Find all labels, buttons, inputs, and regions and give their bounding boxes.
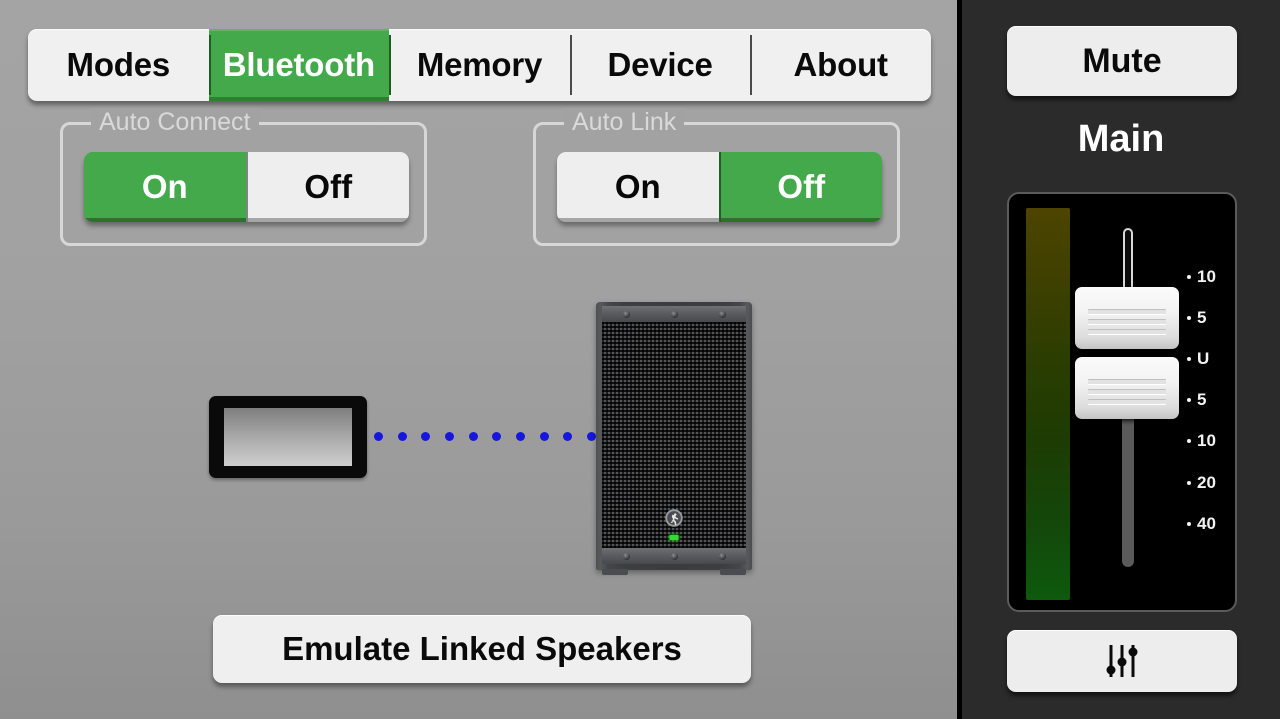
fader-track-lower [1122,412,1134,567]
tick-label: 10 [1197,266,1216,286]
screw-dot [670,310,678,318]
mute-button-label: Mute [1082,41,1162,80]
auto-link-off-option[interactable]: Off [718,152,882,222]
fader-grip-line [1088,379,1166,385]
tab-device[interactable]: Device [569,29,751,101]
emulate-linked-speakers-button[interactable]: Emulate Linked Speakers [213,615,751,683]
fader-grip-line [1088,389,1166,395]
segment-label: Off [304,168,353,205]
main-panel: Modes Bluetooth Memory Device About Auto… [0,0,957,719]
auto-connect-toggle[interactable]: On Off [84,152,409,222]
fader-grip-line [1088,399,1166,405]
emulate-button-label: Emulate Linked Speakers [282,630,682,667]
screw-dot [718,552,726,560]
scale-tick: 5 [1187,390,1206,410]
eq-settings-button[interactable] [1007,630,1237,692]
auto-link-group: Auto Link On Off [533,108,900,246]
fader-well: 10 5 U 5 10 20 40 [1007,192,1237,612]
scale-tick: 10 [1187,431,1216,451]
scale-tick: 10 [1187,267,1216,287]
speaker-foot [720,569,746,575]
auto-connect-legend: Auto Connect [91,108,259,137]
auto-link-toggle[interactable]: On Off [557,152,882,222]
tab-bar: Modes Bluetooth Memory Device About [28,29,931,101]
tab-label: About [793,46,888,83]
segment-label: On [614,168,661,205]
tab-modes[interactable]: Modes [28,29,209,101]
tick-label: 5 [1197,390,1207,410]
fader-handle[interactable] [1075,287,1179,349]
app-root: Modes Bluetooth Memory Device About Auto… [0,0,1280,719]
tick-dot [1187,480,1191,485]
tick-dot [1187,357,1191,362]
tick-label: 20 [1197,472,1216,492]
fader-grip-line [1088,329,1166,335]
tick-dot [1187,274,1191,279]
speaker-foot [602,569,628,575]
tab-label: Memory [416,46,543,83]
fader-handle[interactable] [1075,357,1179,419]
link-dot [397,431,407,441]
mute-button[interactable]: Mute [1007,26,1237,96]
tick-dot [1187,398,1191,403]
auto-link-on-option[interactable]: On [557,152,719,222]
tab-memory[interactable]: Memory [389,29,570,101]
screw-dot [670,552,678,560]
tab-label: Modes [66,46,171,83]
tick-dot [1187,439,1191,444]
screw-dot [622,310,630,318]
link-dot [563,431,573,441]
link-dot [539,431,549,441]
screw-dot [622,552,630,560]
tab-about[interactable]: About [750,29,931,101]
auto-connect-on-option[interactable]: On [84,152,246,222]
link-dot [468,431,478,441]
channel-strip-sidebar: Mute Main 10 5 U 5 10 20 40 [962,0,1280,719]
powered-speaker-icon [596,302,752,575]
scale-tick: 5 [1187,308,1206,328]
fader-grip-line [1088,309,1166,315]
tick-label: 10 [1197,431,1216,451]
speaker-cabinet [596,302,752,570]
mackie-running-man-logo [665,509,683,527]
speaker-top-band [602,306,746,322]
segment-label: On [141,168,188,205]
link-dot [421,431,431,441]
scale-tick: 20 [1187,473,1216,493]
eq-sliders-icon [1106,645,1138,677]
link-dot [444,431,454,441]
channel-name-label: Main [1077,118,1165,160]
link-dot [586,431,596,441]
tick-label: 40 [1197,513,1216,533]
fader-scale: 10 5 U 5 10 20 40 [1187,208,1235,600]
link-dot [374,431,383,441]
tick-label: 5 [1197,307,1207,327]
auto-connect-group: Auto Connect On Off [60,108,427,246]
connection-diagram [0,270,957,600]
speaker-power-led [669,535,679,540]
tablet-screen [224,408,352,466]
vu-level-meter [1026,208,1070,600]
tick-label: U [1197,349,1210,369]
link-dot [492,431,502,441]
link-dot [515,431,525,441]
tab-label: Bluetooth [222,46,375,83]
tab-label: Device [607,46,713,83]
speaker-bottom-band [602,548,746,564]
scale-tick: U [1187,349,1209,369]
tablet-device-icon [209,396,367,478]
fader-grip-line [1088,319,1166,325]
bluetooth-dotted-link [374,430,596,442]
screw-dot [718,310,726,318]
tick-dot [1187,315,1191,320]
segment-label: Off [777,168,826,205]
auto-connect-off-option[interactable]: Off [245,152,409,222]
tab-bluetooth[interactable]: Bluetooth [208,29,390,101]
scale-tick: 40 [1187,514,1216,534]
auto-link-legend: Auto Link [564,108,685,137]
tick-dot [1187,521,1191,526]
